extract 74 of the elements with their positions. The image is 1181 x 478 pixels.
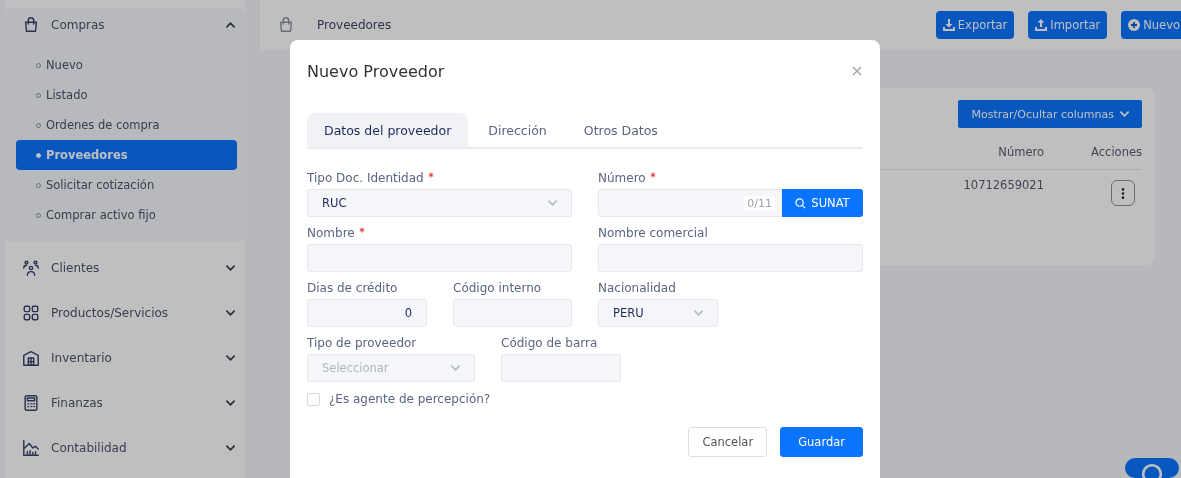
tab[interactable]: Datos del proveedor [307, 113, 469, 147]
menu-item[interactable]: Clientes [5, 245, 245, 290]
search-icon [795, 197, 807, 209]
expand-icon [226, 354, 235, 361]
field-label: Tipo Doc. Identidad [307, 171, 572, 189]
submenu-item[interactable]: Listado [16, 80, 237, 110]
field-label: Número [598, 171, 863, 189]
required-icon [649, 172, 656, 178]
expand-icon [226, 309, 235, 316]
sunat-button[interactable]: SUNAT [782, 189, 863, 217]
column-header: Número [997, 144, 1044, 159]
bag-icon [277, 16, 295, 34]
grid-icon [22, 303, 40, 322]
tab[interactable]: Otros Datos [566, 113, 675, 147]
save-button[interactable]: Guardar [780, 427, 863, 457]
column-header: Acciones [1090, 144, 1142, 159]
input-field[interactable]: 0 [307, 299, 427, 327]
submenu-item[interactable]: Ordenes de compra [16, 110, 237, 140]
select-field[interactable]: RUC [307, 189, 572, 217]
actions-button[interactable] [1111, 180, 1135, 206]
expand-icon [226, 444, 235, 451]
input-field[interactable] [501, 354, 621, 382]
menu-item[interactable]: Contabilidad [5, 425, 245, 470]
warehouse-icon [22, 348, 40, 367]
required-icon [427, 172, 434, 178]
bullet-icon [36, 152, 41, 158]
columns-dropdown-button[interactable]: Mostrar/Ocultar columnas [958, 100, 1142, 128]
submenu-item[interactable]: Comprar activo fijo [16, 200, 237, 230]
submenu-item[interactable]: Solicitar cotización [16, 170, 237, 200]
menu-item[interactable]: Finanzas [5, 380, 245, 425]
submenu-item[interactable]: Nuevo [16, 50, 237, 80]
header-button[interactable]: Nuevo [1121, 11, 1181, 39]
field-label: Nombre [307, 226, 572, 244]
modal-title: Nuevo Proveedor [307, 61, 445, 81]
select-field[interactable]: PERU [598, 299, 718, 327]
chevron-icon [451, 365, 460, 371]
field-label: Nombre comercial [598, 226, 709, 242]
checkbox-label: ¿Es agente de percepción? [329, 392, 491, 406]
field-label: Dias de crédito [307, 281, 399, 297]
header-button[interactable]: Exportar [935, 11, 1015, 39]
upload-icon [1035, 19, 1048, 31]
calculator-icon [22, 393, 40, 412]
input-field[interactable] [453, 299, 572, 327]
expand-icon [226, 264, 235, 271]
menu-item[interactable]: Productos/Servicios [5, 290, 245, 335]
submenu-item[interactable]: Proveedores [16, 140, 237, 170]
help-button[interactable] [1125, 458, 1179, 478]
chevron-icon [694, 310, 703, 316]
collapse-icon [226, 22, 235, 28]
menu-item[interactable]: Compras [5, 8, 245, 42]
page-title: Proveedores [317, 18, 393, 32]
character-counter: 0/11 [744, 195, 775, 211]
menu-item[interactable]: Inventario [5, 335, 245, 380]
more-icon [1121, 187, 1125, 199]
expand-icon [226, 399, 235, 406]
field-label: Tipo de proveedor [307, 336, 418, 352]
checkbox[interactable] [307, 392, 320, 406]
field-label: Nacionalidad [598, 281, 677, 297]
tab[interactable]: Dirección [471, 113, 564, 147]
people-icon [22, 258, 40, 277]
plus-circle-icon [1128, 19, 1141, 31]
table-cell-text: 10712659021 [962, 178, 1044, 192]
bag-icon [22, 16, 40, 34]
field-label: Código de barra [501, 336, 599, 352]
download-icon [942, 19, 955, 31]
cancel-button[interactable]: Cancelar [688, 427, 768, 457]
chevron-icon [548, 200, 557, 206]
field-label: Código interno [453, 281, 543, 297]
chart-icon [22, 438, 40, 457]
caret-icon [1120, 111, 1129, 117]
input-field[interactable] [307, 244, 572, 272]
required-icon [358, 227, 365, 233]
header-button[interactable]: Importar [1028, 11, 1108, 39]
input-field[interactable] [598, 244, 863, 272]
